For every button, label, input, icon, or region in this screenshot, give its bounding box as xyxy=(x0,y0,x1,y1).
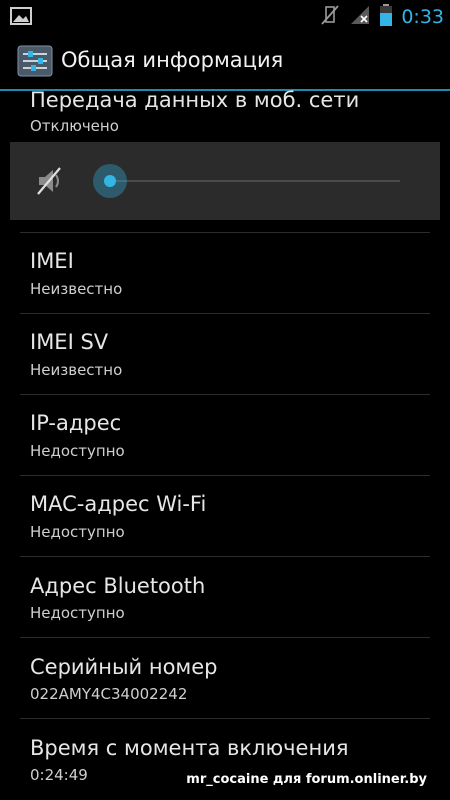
item-title: Адрес Bluetooth xyxy=(30,574,206,598)
signal-icon xyxy=(349,4,371,30)
list-item[interactable]: Серийный номер 022AMY4C34002242 xyxy=(0,638,450,718)
volume-panel xyxy=(10,142,440,220)
volume-slider-track[interactable] xyxy=(110,180,400,182)
item-title: IP-адрес xyxy=(30,411,122,435)
list-item[interactable]: Адрес Bluetooth Недоступно xyxy=(0,557,450,637)
item-summary: Недоступно xyxy=(30,604,125,622)
list-item[interactable]: IP-адрес Недоступно xyxy=(0,395,450,475)
item-title: IMEI SV xyxy=(30,330,109,354)
item-summary: Неизвестно xyxy=(30,280,123,298)
watermark: mr_cocaine для forum.onliner.by xyxy=(183,771,430,788)
list-item[interactable]: IMEI Неизвестно xyxy=(0,233,450,313)
list-item[interactable]: MAC-адрес Wi-Fi Недоступно xyxy=(0,476,450,556)
battery-icon xyxy=(379,3,393,31)
volume-muted-icon[interactable] xyxy=(34,164,68,198)
clock: 0:33 xyxy=(401,5,444,28)
item-summary: Неизвестно xyxy=(30,361,123,379)
list-item[interactable]: Передача данных в моб. сети Отключено xyxy=(0,82,450,142)
settings-sliders-icon[interactable] xyxy=(17,45,53,77)
item-title: IMEI xyxy=(30,249,74,273)
item-title: MAC-адрес Wi-Fi xyxy=(30,492,207,516)
page-title: Общая информация xyxy=(61,48,284,72)
item-summary: Недоступно xyxy=(30,442,125,460)
item-summary: Отключено xyxy=(30,117,119,135)
item-summary: Недоступно xyxy=(30,523,125,541)
volume-slider-thumb[interactable] xyxy=(93,164,127,198)
item-title: Передача данных в моб. сети xyxy=(30,88,360,112)
vibrate-mute-icon xyxy=(319,4,341,30)
status-bar: 0:33 xyxy=(0,0,450,33)
image-notification-icon xyxy=(10,7,32,29)
item-title: Время с момента включения xyxy=(30,736,349,760)
item-summary: 022AMY4C34002242 xyxy=(30,685,188,703)
item-summary: 0:24:49 xyxy=(30,766,88,784)
item-title: Серийный номер xyxy=(30,655,218,679)
list-item[interactable]: IMEI SV Неизвестно xyxy=(0,314,450,394)
